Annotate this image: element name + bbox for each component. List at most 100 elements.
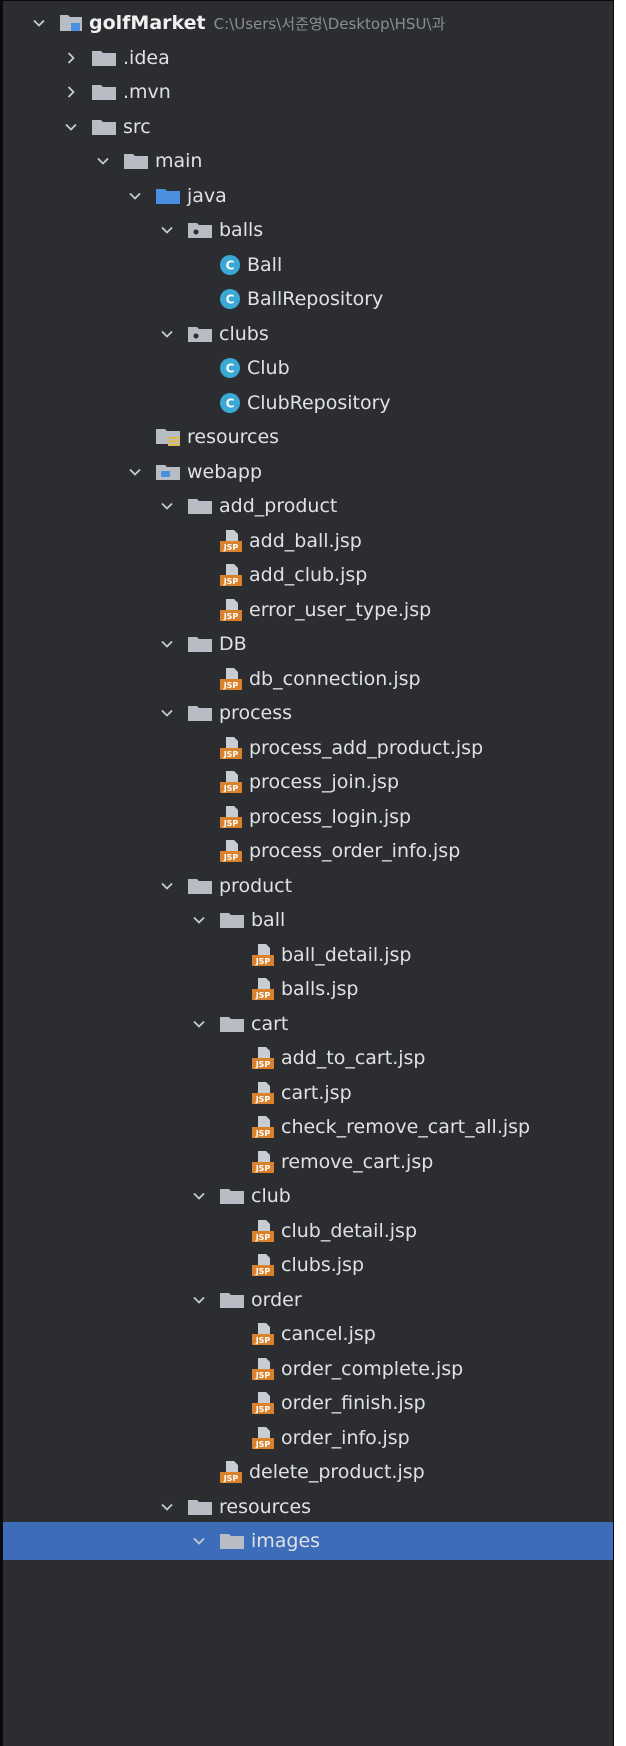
tree-item-club[interactable]: club <box>3 1177 613 1215</box>
tree-item-clubrepository[interactable]: C ClubRepository <box>3 384 613 422</box>
tree-item-balls[interactable]: balls <box>3 211 613 249</box>
chevron-right-icon[interactable] <box>60 47 82 69</box>
tree-item-order-complete-jsp[interactable]: JSP order_complete.jsp <box>3 1350 613 1388</box>
tree-item-add-club-jsp[interactable]: JSP add_club.jsp <box>3 556 613 594</box>
tree-item-db[interactable]: DB <box>3 625 613 663</box>
tree-item-ball[interactable]: ball <box>3 901 613 939</box>
folder-icon <box>91 49 117 67</box>
folder-icon <box>123 152 149 170</box>
tree-item-label: clubs.jsp <box>281 1254 365 1276</box>
tree-item-label: resources <box>219 1495 312 1518</box>
tree-item-balls-jsp[interactable]: JSP balls.jsp <box>3 970 613 1008</box>
svg-text:JSP: JSP <box>223 543 239 552</box>
tree-item-main[interactable]: main <box>3 142 613 180</box>
tree-item-error-user-type-jsp[interactable]: JSP error_user_type.jsp <box>3 591 613 629</box>
tree-item--mvn[interactable]: .mvn <box>3 73 613 111</box>
tree-item-process-add-product-jsp[interactable]: JSP process_add_product.jsp <box>3 729 613 767</box>
tree-item-add-product[interactable]: add_product <box>3 487 613 525</box>
tree-item-label: add_to_cart.jsp <box>281 1047 426 1069</box>
chevron-down-icon[interactable] <box>156 323 178 345</box>
tree-item-label: ball_detail.jsp <box>281 943 412 966</box>
chevron-down-icon[interactable] <box>156 875 178 897</box>
jsp-file-icon: JSP <box>251 977 275 1001</box>
tree-item-add-to-cart-jsp[interactable]: JSP add_to_cart.jsp <box>3 1039 613 1077</box>
chevron-down-icon[interactable] <box>156 702 178 724</box>
jsp-file-icon: JSP <box>251 1253 275 1277</box>
tree-item-ball-detail-jsp[interactable]: JSP ball_detail.jsp <box>3 936 613 974</box>
tree-item-webapp[interactable]: webapp <box>3 453 613 491</box>
tree-item-add-ball-jsp[interactable]: JSP add_ball.jsp <box>3 522 613 560</box>
jsp-file-icon: JSP <box>251 943 275 967</box>
tree-item-label: main <box>155 150 203 172</box>
tree-item-label: webapp <box>187 460 263 483</box>
tree-item-golfmarket[interactable]: golfMarket C:\Users\서준영\Desktop\HSU\과 <box>3 4 613 42</box>
tree-item-images[interactable]: images <box>3 1522 613 1560</box>
chevron-down-icon[interactable] <box>156 495 178 517</box>
chevron-down-icon[interactable] <box>188 1185 210 1207</box>
tree-item-ballrepository[interactable]: C BallRepository <box>3 280 613 318</box>
chevron-down-icon[interactable] <box>60 116 82 138</box>
tree-item-java[interactable]: java <box>3 177 613 215</box>
tree-item-order-finish-jsp[interactable]: JSP order_finish.jsp <box>3 1384 613 1422</box>
tree-item-label: ClubRepository <box>247 391 391 414</box>
tree-item-check-remove-cart-all-jsp[interactable]: JSP check_remove_cart_all.jsp <box>3 1108 613 1146</box>
chevron-down-icon[interactable] <box>188 1289 210 1311</box>
chevron-down-icon[interactable] <box>156 1496 178 1518</box>
tree-item-src[interactable]: src <box>3 108 613 146</box>
chevron-down-icon[interactable] <box>92 150 114 172</box>
chevron-right-icon[interactable] <box>60 81 82 103</box>
tree-item-process-order-info-jsp[interactable]: JSP process_order_info.jsp <box>3 832 613 870</box>
svg-text:JSP: JSP <box>223 819 239 828</box>
tree-item-remove-cart-jsp[interactable]: JSP remove_cart.jsp <box>3 1143 613 1181</box>
chevron-down-icon[interactable] <box>188 909 210 931</box>
tree-item-process-login-jsp[interactable]: JSP process_login.jsp <box>3 798 613 836</box>
tree-item-label: ball <box>251 909 286 931</box>
jsp-file-icon: JSP <box>251 1322 275 1346</box>
tree-item-ball[interactable]: C Ball <box>3 246 613 284</box>
svg-text:JSP: JSP <box>255 991 271 1000</box>
jsp-file-icon: JSP <box>251 1081 275 1105</box>
folder-icon <box>187 877 213 895</box>
tree-item-club-detail-jsp[interactable]: JSP club_detail.jsp <box>3 1212 613 1250</box>
tree-item-club[interactable]: C Club <box>3 349 613 387</box>
svg-text:JSP: JSP <box>223 750 239 759</box>
svg-text:JSP: JSP <box>255 1060 271 1069</box>
tree-item-label: balls.jsp <box>281 978 359 1000</box>
tree-item-label: remove_cart.jsp <box>281 1150 434 1173</box>
tree-item-order-info-jsp[interactable]: JSP order_info.jsp <box>3 1419 613 1457</box>
tree-item-delete-product-jsp[interactable]: JSP delete_product.jsp <box>3 1453 613 1491</box>
tree-item-label: delete_product.jsp <box>249 1461 425 1483</box>
tree-item-process-join-jsp[interactable]: JSP process_join.jsp <box>3 763 613 801</box>
tree-item-cancel-jsp[interactable]: JSP cancel.jsp <box>3 1315 613 1353</box>
tree-item-label: process_add_product.jsp <box>249 736 484 759</box>
tree-item-cart[interactable]: cart <box>3 1005 613 1043</box>
tree-item-label: add_product <box>219 495 338 517</box>
folder-icon <box>219 911 245 929</box>
tree-item-db-connection-jsp[interactable]: JSP db_connection.jsp <box>3 660 613 698</box>
tree-item-order[interactable]: order <box>3 1281 613 1319</box>
chevron-down-icon[interactable] <box>124 461 146 483</box>
chevron-down-icon[interactable] <box>188 1013 210 1035</box>
tree-item-process[interactable]: process <box>3 694 613 732</box>
tree-item-clubs-jsp[interactable]: JSP clubs.jsp <box>3 1246 613 1284</box>
jsp-file-icon: JSP <box>219 1460 243 1484</box>
chevron-down-icon[interactable] <box>28 12 50 34</box>
chevron-down-icon[interactable] <box>156 633 178 655</box>
project-tree-panel: golfMarket C:\Users\서준영\Desktop\HSU\과 .ide… <box>0 0 614 1746</box>
class-icon: C <box>219 357 241 379</box>
tree-item-product[interactable]: product <box>3 867 613 905</box>
tree-item-clubs[interactable]: clubs <box>3 315 613 353</box>
chevron-down-icon[interactable] <box>156 219 178 241</box>
tree-item-label: order_info.jsp <box>281 1426 410 1449</box>
class-icon: C <box>219 288 241 310</box>
tree-item-resources[interactable]: resources <box>3 1488 613 1526</box>
chevron-down-icon[interactable] <box>188 1530 210 1552</box>
tree-item-resources[interactable]: resources <box>3 418 613 456</box>
tree-item--idea[interactable]: .idea <box>3 39 613 77</box>
chevron-down-icon[interactable] <box>124 185 146 207</box>
svg-text:C: C <box>226 258 235 272</box>
tree-item-cart-jsp[interactable]: JSP cart.jsp <box>3 1074 613 1112</box>
tree-item-label: process_login.jsp <box>249 805 412 828</box>
jsp-file-icon: JSP <box>219 598 243 622</box>
jsp-file-icon: JSP <box>219 770 243 794</box>
